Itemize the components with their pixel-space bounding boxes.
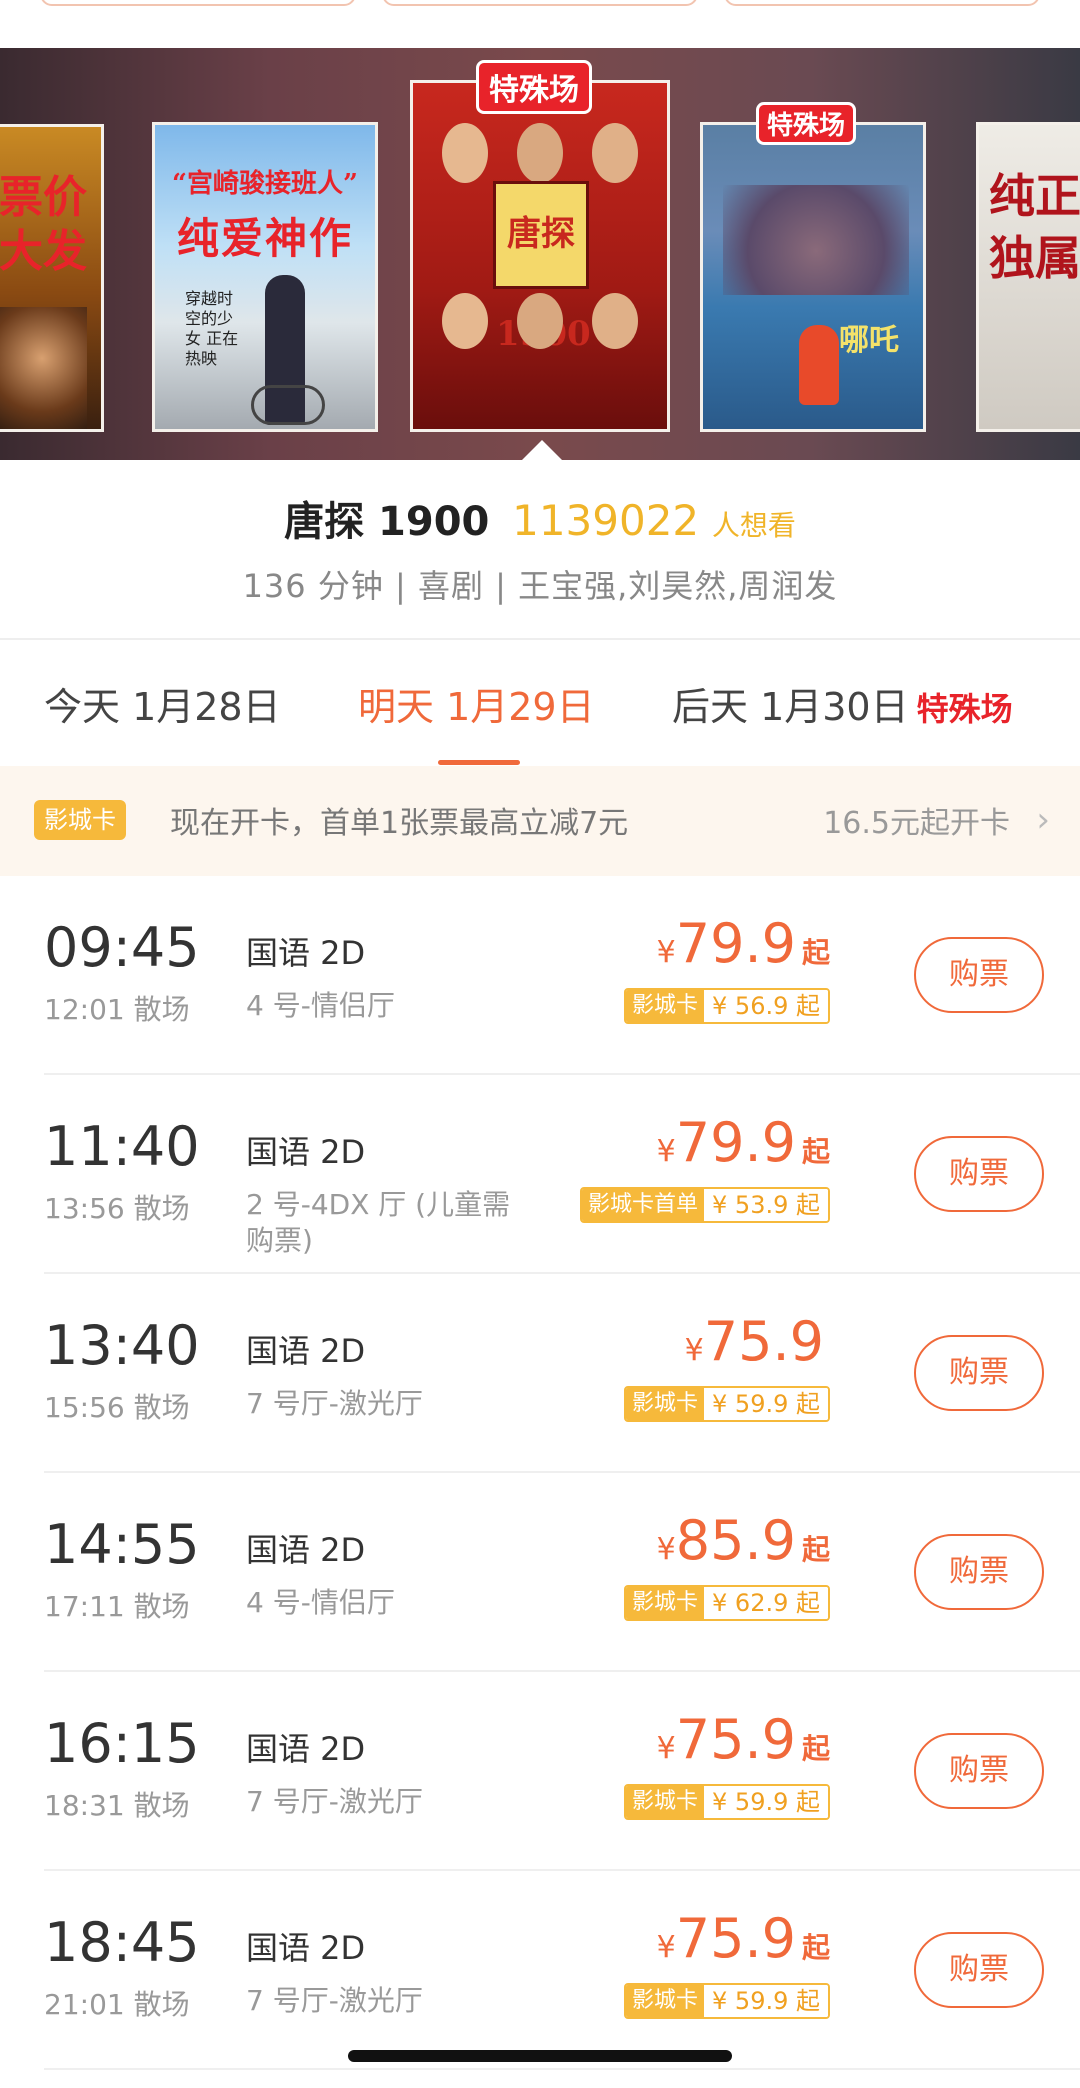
poster-2-bicycle <box>251 385 325 425</box>
poster-3-cast-row-2 <box>427 293 653 373</box>
poster-2[interactable]: “宫崎骏接班人” 纯爱神作 穿越时空的少女 正在热映 <box>152 122 378 432</box>
tab-day-after[interactable]: 后天 1月30日 特殊场 <box>672 676 1013 731</box>
start-time: 09:45 <box>44 916 200 979</box>
filter-pill[interactable] <box>724 0 1040 6</box>
hall-name: 4 号-情侣厅 <box>246 1586 395 1619</box>
movie-title: 唐探 1900 <box>284 499 490 545</box>
want-label: 人想看 <box>711 509 796 542</box>
language-format: 国语 2D <box>246 1332 366 1370</box>
end-time: 21:01 散场 <box>44 1988 190 2021</box>
buy-ticket-button[interactable]: 购票 <box>914 937 1044 1013</box>
ticket-price: ¥79.9 起 <box>656 1111 830 1174</box>
card-price-tag: 影城卡 ¥ 59.9 起 <box>624 1784 830 1820</box>
ticket-price: ¥75.9 <box>684 1310 824 1373</box>
poster-4[interactable]: 哪吒 <box>700 122 926 432</box>
showtime-row[interactable]: 16:15 18:31 散场 国语 2D 7 号厅-激光厅 ¥75.9 起 影城卡… <box>0 1672 1080 1871</box>
poster-4-monsters <box>723 185 909 295</box>
poster-2-title: 纯爱神作 <box>176 214 353 263</box>
home-indicator[interactable] <box>348 2050 732 2062</box>
top-filter-strip <box>0 0 1080 48</box>
tab-day-after-label: 后天 1月30日 <box>672 685 909 729</box>
date-tabs: 今天 1月28日 明天 1月29日 后天 1月30日 特殊场 <box>0 640 1080 766</box>
language-format: 国语 2D <box>246 934 366 972</box>
poster-1[interactable]: 票价 大发 <box>0 124 104 432</box>
chevron-right-icon: › <box>1036 800 1050 840</box>
poster-5-title-line-1: 纯正 <box>989 169 1080 223</box>
poster-4-figure <box>799 325 839 405</box>
filter-pill[interactable] <box>40 0 356 6</box>
active-tab-indicator <box>438 760 520 765</box>
filter-pill[interactable] <box>382 0 698 6</box>
cinema-card-badge: 影城卡 <box>34 800 126 840</box>
tab-today[interactable]: 今天 1月28日 <box>44 676 281 731</box>
poster-1-figure <box>0 307 87 429</box>
hall-name: 2 号-4DX 厅 (儿童需购票) <box>246 1188 511 1257</box>
hall-name: 4 号-情侣厅 <box>246 989 395 1022</box>
movie-meta: 136 分钟 | 喜剧 | 王宝强,刘昊然,周润发 <box>242 567 838 605</box>
poster-3-special-tag: 特殊场 <box>476 60 592 114</box>
showtime-list: 09:45 12:01 散场 国语 2D 4 号-情侣厅 ¥79.9 起 影城卡 ¥… <box>0 876 1080 2070</box>
ticket-price: ¥75.9 起 <box>656 1907 830 1970</box>
end-time: 17:11 散场 <box>44 1590 190 1623</box>
card-open-price: 16.5元起开卡 <box>823 806 1010 841</box>
language-format: 国语 2D <box>246 1531 366 1569</box>
hall-name: 7 号厅-激光厅 <box>246 1387 423 1420</box>
poster-4-special-tag: 特殊场 <box>756 102 857 145</box>
poster-1-title-line-1: 票价 <box>0 172 87 223</box>
movie-info: 唐探 1900 1139022 人想看 136 分钟 | 喜剧 | 王宝强,刘昊… <box>0 460 1080 638</box>
start-time: 16:15 <box>44 1712 200 1775</box>
card-price-tag: 影城卡 ¥ 59.9 起 <box>624 1983 830 2019</box>
ticket-price: ¥75.9 起 <box>656 1708 830 1771</box>
poster-3-title-board: 唐探1900 <box>493 181 591 354</box>
poster-5[interactable]: 纯正 独属 <box>976 122 1080 432</box>
selected-poster-caret <box>522 440 562 460</box>
buy-ticket-button[interactable]: 购票 <box>914 1733 1044 1809</box>
poster-5-title-line-2: 独属 <box>989 231 1080 285</box>
poster-3[interactable]: 唐探1900 <box>410 80 670 432</box>
language-format: 国语 2D <box>246 1133 366 1171</box>
card-price-tag: 影城卡 ¥ 62.9 起 <box>624 1585 830 1621</box>
start-time: 14:55 <box>44 1513 200 1576</box>
start-time: 11:40 <box>44 1115 200 1178</box>
language-format: 国语 2D <box>246 1730 366 1768</box>
showtime-row[interactable]: 14:55 17:11 散场 国语 2D 4 号-情侣厅 ¥85.9 起 影城卡 ¥… <box>0 1473 1080 1672</box>
buy-ticket-button[interactable]: 购票 <box>914 1335 1044 1411</box>
special-screening-label: 特殊场 <box>916 690 1013 728</box>
card-price-tag: 影城卡 ¥ 59.9 起 <box>624 1386 830 1422</box>
start-time: 18:45 <box>44 1911 200 1974</box>
poster-2-headline: “宫崎骏接班人” <box>172 169 358 199</box>
hall-name: 7 号厅-激光厅 <box>246 1984 423 2017</box>
poster-1-title-line-2: 大发 <box>0 226 87 277</box>
card-promo-text: 现在开卡，首单1张票最高立减7元 <box>170 806 629 841</box>
hall-name: 7 号厅-激光厅 <box>246 1785 423 1818</box>
want-count: 1139022 <box>512 496 700 545</box>
poster-carousel[interactable]: 票价 大发 “宫崎骏接班人” 纯爱神作 穿越时空的少女 正在热映 唐探1900 … <box>0 48 1080 460</box>
card-price-tag: 影城卡首单 ¥ 53.9 起 <box>580 1187 830 1223</box>
end-time: 13:56 散场 <box>44 1192 190 1225</box>
poster-4-title: 哪吒 <box>839 323 899 358</box>
row-divider <box>44 2068 1080 2070</box>
language-format: 国语 2D <box>246 1929 366 1967</box>
end-time: 18:31 散场 <box>44 1789 190 1822</box>
tab-tomorrow[interactable]: 明天 1月29日 <box>358 676 595 731</box>
buy-ticket-button[interactable]: 购票 <box>914 1932 1044 2008</box>
ticket-price: ¥85.9 起 <box>656 1509 830 1572</box>
card-price-tag: 影城卡 ¥ 56.9 起 <box>624 988 830 1024</box>
end-time: 12:01 散场 <box>44 993 190 1026</box>
showtime-row[interactable]: 09:45 12:01 散场 国语 2D 4 号-情侣厅 ¥79.9 起 影城卡 ¥… <box>0 876 1080 1075</box>
showtime-row[interactable]: 18:45 21:01 散场 国语 2D 7 号厅-激光厅 ¥75.9 起 影城卡… <box>0 1871 1080 2070</box>
cinema-card-banner[interactable]: 影城卡 现在开卡，首单1张票最高立减7元 16.5元起开卡 › <box>0 766 1080 876</box>
ticket-price: ¥79.9 起 <box>656 912 830 975</box>
buy-ticket-button[interactable]: 购票 <box>914 1136 1044 1212</box>
poster-2-tagline: 穿越时空的少女 正在热映 <box>185 289 239 368</box>
buy-ticket-button[interactable]: 购票 <box>914 1534 1044 1610</box>
showtime-row[interactable]: 13:40 15:56 散场 国语 2D 7 号厅-激光厅 ¥75.9 影城卡 ¥… <box>0 1274 1080 1473</box>
start-time: 13:40 <box>44 1314 200 1377</box>
showtime-row[interactable]: 11:40 13:56 散场 国语 2D 2 号-4DX 厅 (儿童需购票) ¥… <box>0 1075 1080 1274</box>
end-time: 15:56 散场 <box>44 1391 190 1424</box>
